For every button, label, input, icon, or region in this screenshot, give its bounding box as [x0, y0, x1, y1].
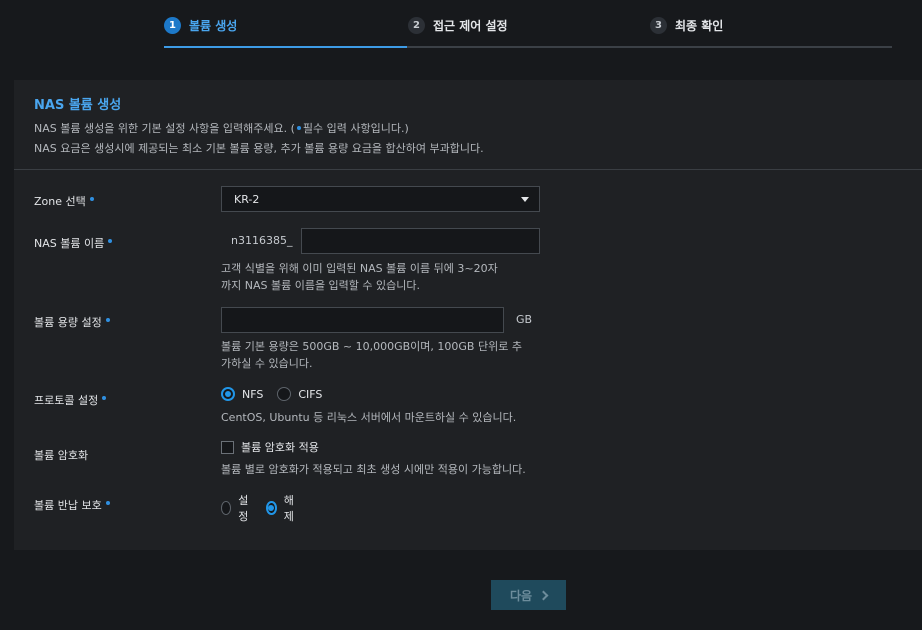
help-line: 고객 식별을 위해 이미 입력된 NAS 볼륨 이름 뒤에 3~20자 [221, 262, 498, 275]
caret-down-icon [521, 196, 529, 202]
encryption-label: 볼륨 암호화 [34, 449, 89, 462]
step-access-control: 2 접근 제어 설정 [408, 0, 508, 48]
step-number: 2 [408, 16, 425, 34]
desc-text: 필수 입력 사항입니다.) [302, 122, 409, 135]
protocol-label: 프로토콜 설정 [34, 392, 107, 408]
required-dot-icon [296, 125, 301, 130]
next-button-label: 다음 [509, 588, 533, 603]
checkbox-unchecked-icon [221, 440, 234, 454]
protocol-radio-group: NFS CIFS [221, 387, 621, 401]
required-dot-icon [105, 318, 110, 322]
protocol-field: NFS CIFS CentOS, Ubuntu 등 리눅스 서버에서 마운트하실… [221, 387, 621, 431]
required-dot-icon [102, 396, 107, 400]
radio-checked-icon [266, 501, 277, 515]
panel-description: NAS 볼륨 생성을 위한 기본 설정 사항을 입력해주세요. ( 필수 입력 사… [34, 119, 902, 139]
zone-field: KR-2 [221, 186, 540, 212]
wizard-stepper: 1 볼륨 생성 2 접근 제어 설정 3 최종 확인 [164, 0, 892, 50]
capacity-label: 볼륨 용량 설정 [34, 314, 110, 330]
radio-label: 설정 [238, 494, 249, 523]
capacity-help: 볼륨 기본 용량은 500GB ~ 10,000GB이며, 100GB 단위로 … [221, 338, 561, 372]
chevron-right-icon [538, 590, 549, 600]
zone-select-value: KR-2 [234, 192, 260, 206]
volume-name-help: 고객 식별을 위해 이미 입력된 NAS 볼륨 이름 뒤에 3~20자 까지 N… [221, 260, 561, 294]
required-dot-icon [89, 197, 94, 201]
radio-checked-icon [221, 387, 235, 401]
step-volume-create: 1 볼륨 생성 [164, 0, 237, 48]
radio-label: NFS [242, 387, 264, 401]
return-protect-label: 볼륨 반납 보호 [34, 497, 110, 513]
volume-name-prefix: n3116385_ [231, 234, 293, 247]
checkbox-label: 볼륨 암호화 적용 [241, 441, 319, 454]
radio-label: 해제 [283, 494, 294, 523]
desc-text: NAS 볼륨 생성을 위한 기본 설정 사항을 입력해주세요. ( [34, 122, 295, 135]
help-line: 볼륨 기본 용량은 500GB ~ 10,000GB이며, 100GB 단위로 … [221, 340, 522, 353]
return-protect-field: 설정 해제 [221, 492, 297, 524]
step-label: 최종 확인 [675, 18, 724, 33]
required-dot-icon [108, 239, 113, 243]
stepper-progress [164, 46, 407, 48]
encryption-help: 볼륨 별로 암호화가 적용되고 최초 생성 시에만 적용이 가능합니다. [221, 463, 526, 476]
zone-select[interactable]: KR-2 [221, 186, 540, 212]
help-line: 까지 NAS 볼륨 이름을 입력할 수 있습니다. [221, 279, 421, 292]
zone-label: Zone 선택 [34, 193, 94, 209]
radio-unchecked-icon [277, 387, 292, 401]
encryption-checkbox[interactable]: 볼륨 암호화 적용 [221, 439, 621, 455]
radio-unchecked-icon [221, 501, 232, 515]
protocol-cifs-radio[interactable]: CIFS [277, 387, 322, 401]
panel-description-2: NAS 요금은 생성시에 제공되는 최소 기본 볼륨 용량, 추가 볼륨 용량 … [34, 142, 484, 155]
help-line: 가하실 수 있습니다. [221, 357, 313, 370]
volume-name-input[interactable] [301, 228, 540, 254]
capacity-field: GB 볼륨 기본 용량은 500GB ~ 10,000GB이며, 100GB 단… [221, 307, 561, 377]
panel-header: NAS 볼륨 생성 NAS 볼륨 생성을 위한 기본 설정 사항을 입력해주세요… [14, 80, 922, 170]
encryption-field: 볼륨 암호화 적용 볼륨 별로 암호화가 적용되고 최초 생성 시에만 적용이 … [221, 439, 621, 483]
capacity-unit: GB [516, 313, 533, 326]
volume-name-label: NAS 볼륨 이름 [34, 235, 113, 251]
step-label: 볼륨 생성 [189, 18, 238, 33]
step-final-confirm: 3 최종 확인 [650, 0, 723, 48]
volume-create-panel: NAS 볼륨 생성 NAS 볼륨 생성을 위한 기본 설정 사항을 입력해주세요… [14, 80, 922, 550]
capacity-input[interactable] [221, 307, 504, 333]
return-protect-off-radio[interactable]: 해제 [266, 492, 297, 524]
step-number: 3 [650, 16, 667, 34]
radio-label: CIFS [298, 387, 323, 401]
panel-title: NAS 볼륨 생성 [34, 98, 122, 113]
required-dot-icon [105, 501, 110, 505]
volume-name-field: n3116385_ 고객 식별을 위해 이미 입력된 NAS 볼륨 이름 뒤에 … [221, 228, 551, 308]
protocol-nfs-radio[interactable]: NFS [221, 387, 263, 401]
next-button[interactable]: 다음 [491, 580, 566, 610]
protocol-help: CentOS, Ubuntu 등 리눅스 서버에서 마운트하실 수 있습니다. [221, 411, 517, 424]
step-label: 접근 제어 설정 [433, 18, 508, 33]
step-number: 1 [164, 16, 181, 34]
return-protect-on-radio[interactable]: 설정 [221, 492, 252, 524]
return-protect-radio-group: 설정 해제 [221, 492, 297, 524]
